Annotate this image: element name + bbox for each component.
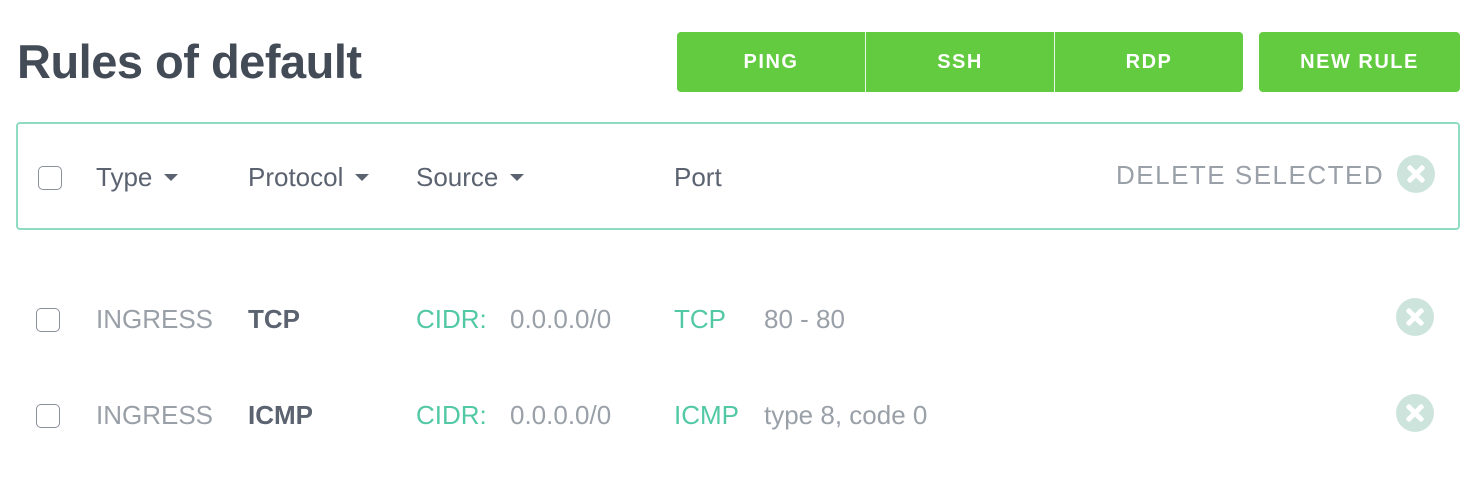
column-header-source-label: Source [416,162,499,192]
ssh-button[interactable]: SSH [865,32,1054,92]
row-protocol: ICMP [248,400,313,430]
close-circle-icon[interactable] [1396,298,1434,336]
caret-down-icon [164,173,179,181]
new-rule-button[interactable]: NEW RULE [1259,32,1460,92]
row-port-label: TCP [674,304,726,334]
column-header-type[interactable]: Type [96,162,179,192]
row-port-value: 80 - 80 [764,304,845,334]
page-title: Rules of default [17,35,362,88]
row-source-label: CIDR: [416,400,487,430]
row-port-value: type 8, code 0 [764,400,928,430]
column-header-port: Port [674,162,722,192]
caret-down-icon [355,173,370,181]
row-checkbox[interactable] [36,308,60,332]
row-protocol: TCP [248,304,300,334]
delete-selected-button[interactable]: DELETE SELECTED [1116,160,1384,190]
column-header-protocol[interactable]: Protocol [248,162,370,192]
caret-down-icon [510,173,525,181]
row-type: INGRESS [96,304,214,334]
row-source-label: CIDR: [416,304,487,334]
rdp-button[interactable]: RDP [1054,32,1243,92]
select-all-checkbox[interactable] [38,166,62,190]
column-header-source[interactable]: Source [416,162,525,192]
column-header-port-label: Port [674,162,722,192]
column-header-type-label: Type [96,162,153,192]
close-circle-icon[interactable] [1396,394,1434,432]
preset-button-group: PING SSH RDP [677,32,1243,92]
column-header-protocol-label: Protocol [248,162,344,192]
row-source-value: 0.0.0.0/0 [510,400,612,430]
row-port-label: ICMP [674,400,739,430]
close-circle-icon[interactable] [1397,155,1435,193]
row-source-value: 0.0.0.0/0 [510,304,612,334]
ping-button[interactable]: PING [677,32,865,92]
row-type: INGRESS [96,400,214,430]
row-checkbox[interactable] [36,404,60,428]
